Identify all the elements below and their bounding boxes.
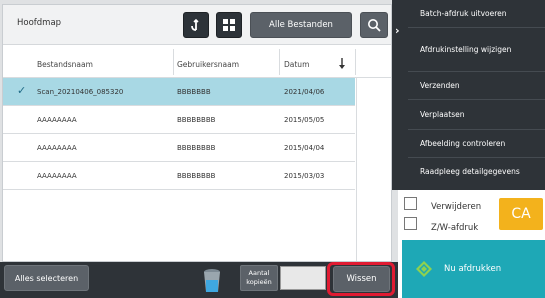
search-icon — [368, 19, 381, 32]
refresh-icon — [191, 18, 199, 31]
cell-username: BBBBBBBB — [177, 144, 216, 152]
menu-item-batch-print[interactable]: Batch-afdruk uitvoeren — [408, 0, 545, 28]
table-header: Bestandsnaam Gebruikersnaam Datum — [3, 45, 391, 78]
cell-date: 2015/05/05 — [284, 116, 325, 124]
menu-item-move[interactable]: Verplaatsen — [408, 100, 545, 130]
copies-label: Aantal kopieën — [240, 265, 278, 291]
checkmark-icon: ✓ — [17, 84, 27, 97]
search-button[interactable] — [360, 12, 388, 38]
cell-filename: AAAAAAAA — [37, 116, 77, 124]
delete-checkbox[interactable] — [404, 197, 417, 210]
file-list-panel: Hoofdmap Alle Bestanden Bestandsnaam Geb… — [2, 4, 392, 262]
title-bar: Hoofdmap Alle Bestanden — [3, 5, 391, 45]
cell-date: 2015/04/04 — [284, 144, 325, 152]
menu-item-label: Verzenden — [420, 80, 460, 90]
folder-title: Hoofdmap — [17, 18, 62, 28]
select-all-button[interactable]: Alles selecteren — [4, 265, 89, 291]
table-row[interactable]: AAAAAAAA BBBBBBBB 2015/05/05 — [3, 106, 355, 134]
bw-print-checkbox[interactable] — [404, 217, 417, 230]
cell-username: BBBBBBBB — [177, 172, 216, 180]
cell-filename: AAAAAAAA — [37, 172, 77, 180]
table-row[interactable]: AAAAAAAA BBBBBBBB 2015/03/03 — [3, 162, 355, 190]
cell-date: 2021/04/06 — [284, 88, 325, 96]
column-divider — [279, 49, 280, 75]
select-all-label: Alles selecteren — [14, 273, 79, 283]
cell-filename: Scan_20210406_085320 — [37, 88, 124, 96]
menu-item-print-settings[interactable]: Afdrukinstelling wijzigen — [408, 28, 545, 72]
copies-label-line1: Aantal — [248, 269, 270, 277]
copies-label-line2: kopieën — [246, 278, 272, 286]
delete-label: Verwijderen — [431, 202, 482, 212]
table-row[interactable]: ✓ Scan_20210406_085320 BBBBBBB 2021/04/0… — [3, 78, 355, 106]
clear-all-label: CA — [511, 206, 531, 222]
column-divider — [355, 49, 356, 75]
action-menu: Batch-afdruk uitvoeren Afdrukinstelling … — [408, 0, 545, 190]
menu-item-details[interactable]: Raadpleeg detailgegevens — [408, 158, 545, 186]
menu-item-label: Raadpleeg detailgegevens — [420, 167, 520, 176]
screen: Hoofdmap Alle Bestanden Bestandsnaam Geb… — [0, 0, 545, 298]
column-header-date[interactable]: Datum — [284, 60, 309, 69]
cell-username: BBBBBBBB — [177, 116, 216, 124]
print-now-label: Nu afdrukken — [444, 264, 502, 274]
column-divider — [173, 49, 174, 75]
menu-item-label: Afbeelding controleren — [420, 138, 506, 148]
grid-view-icon — [223, 19, 235, 31]
file-filter-label: Alle Bestanden — [269, 20, 333, 30]
menu-item-send[interactable]: Verzenden — [408, 72, 545, 100]
column-header-username[interactable]: Gebruikersnaam — [177, 60, 239, 69]
grid-view-button[interactable] — [216, 12, 242, 38]
menu-collapse-strip[interactable]: › — [392, 0, 408, 190]
bw-print-label: Z/W-afdruk — [431, 223, 479, 233]
table-row[interactable]: AAAAAAAA BBBBBBBB 2015/04/04 — [3, 134, 355, 162]
copies-input[interactable] — [280, 266, 326, 290]
trash-icon — [204, 269, 220, 292]
cell-filename: AAAAAAAA — [37, 144, 77, 152]
refresh-button[interactable] — [183, 12, 209, 38]
menu-item-label: Afdrukinstelling wijzigen — [420, 44, 512, 54]
sort-desc-icon[interactable] — [338, 58, 346, 70]
print-start-icon — [416, 261, 432, 277]
clear-all-button[interactable]: CA — [499, 198, 543, 230]
menu-item-check-image[interactable]: Afbeelding controleren — [408, 130, 545, 158]
menu-item-label: Batch-afdruk uitvoeren — [420, 8, 507, 18]
chevron-right-icon: › — [395, 24, 400, 37]
cell-date: 2015/03/03 — [284, 172, 325, 180]
menu-item-label: Verplaatsen — [420, 109, 465, 119]
print-now-button[interactable]: Nu afdrukken — [402, 240, 545, 298]
file-filter-button[interactable]: Alle Bestanden — [250, 12, 352, 38]
scrollbar-track[interactable] — [356, 78, 391, 261]
clear-button[interactable]: Wissen — [333, 266, 390, 292]
column-header-filename[interactable]: Bestandsnaam — [37, 60, 93, 69]
clear-label: Wissen — [346, 274, 377, 284]
cell-username: BBBBBBB — [177, 88, 211, 96]
